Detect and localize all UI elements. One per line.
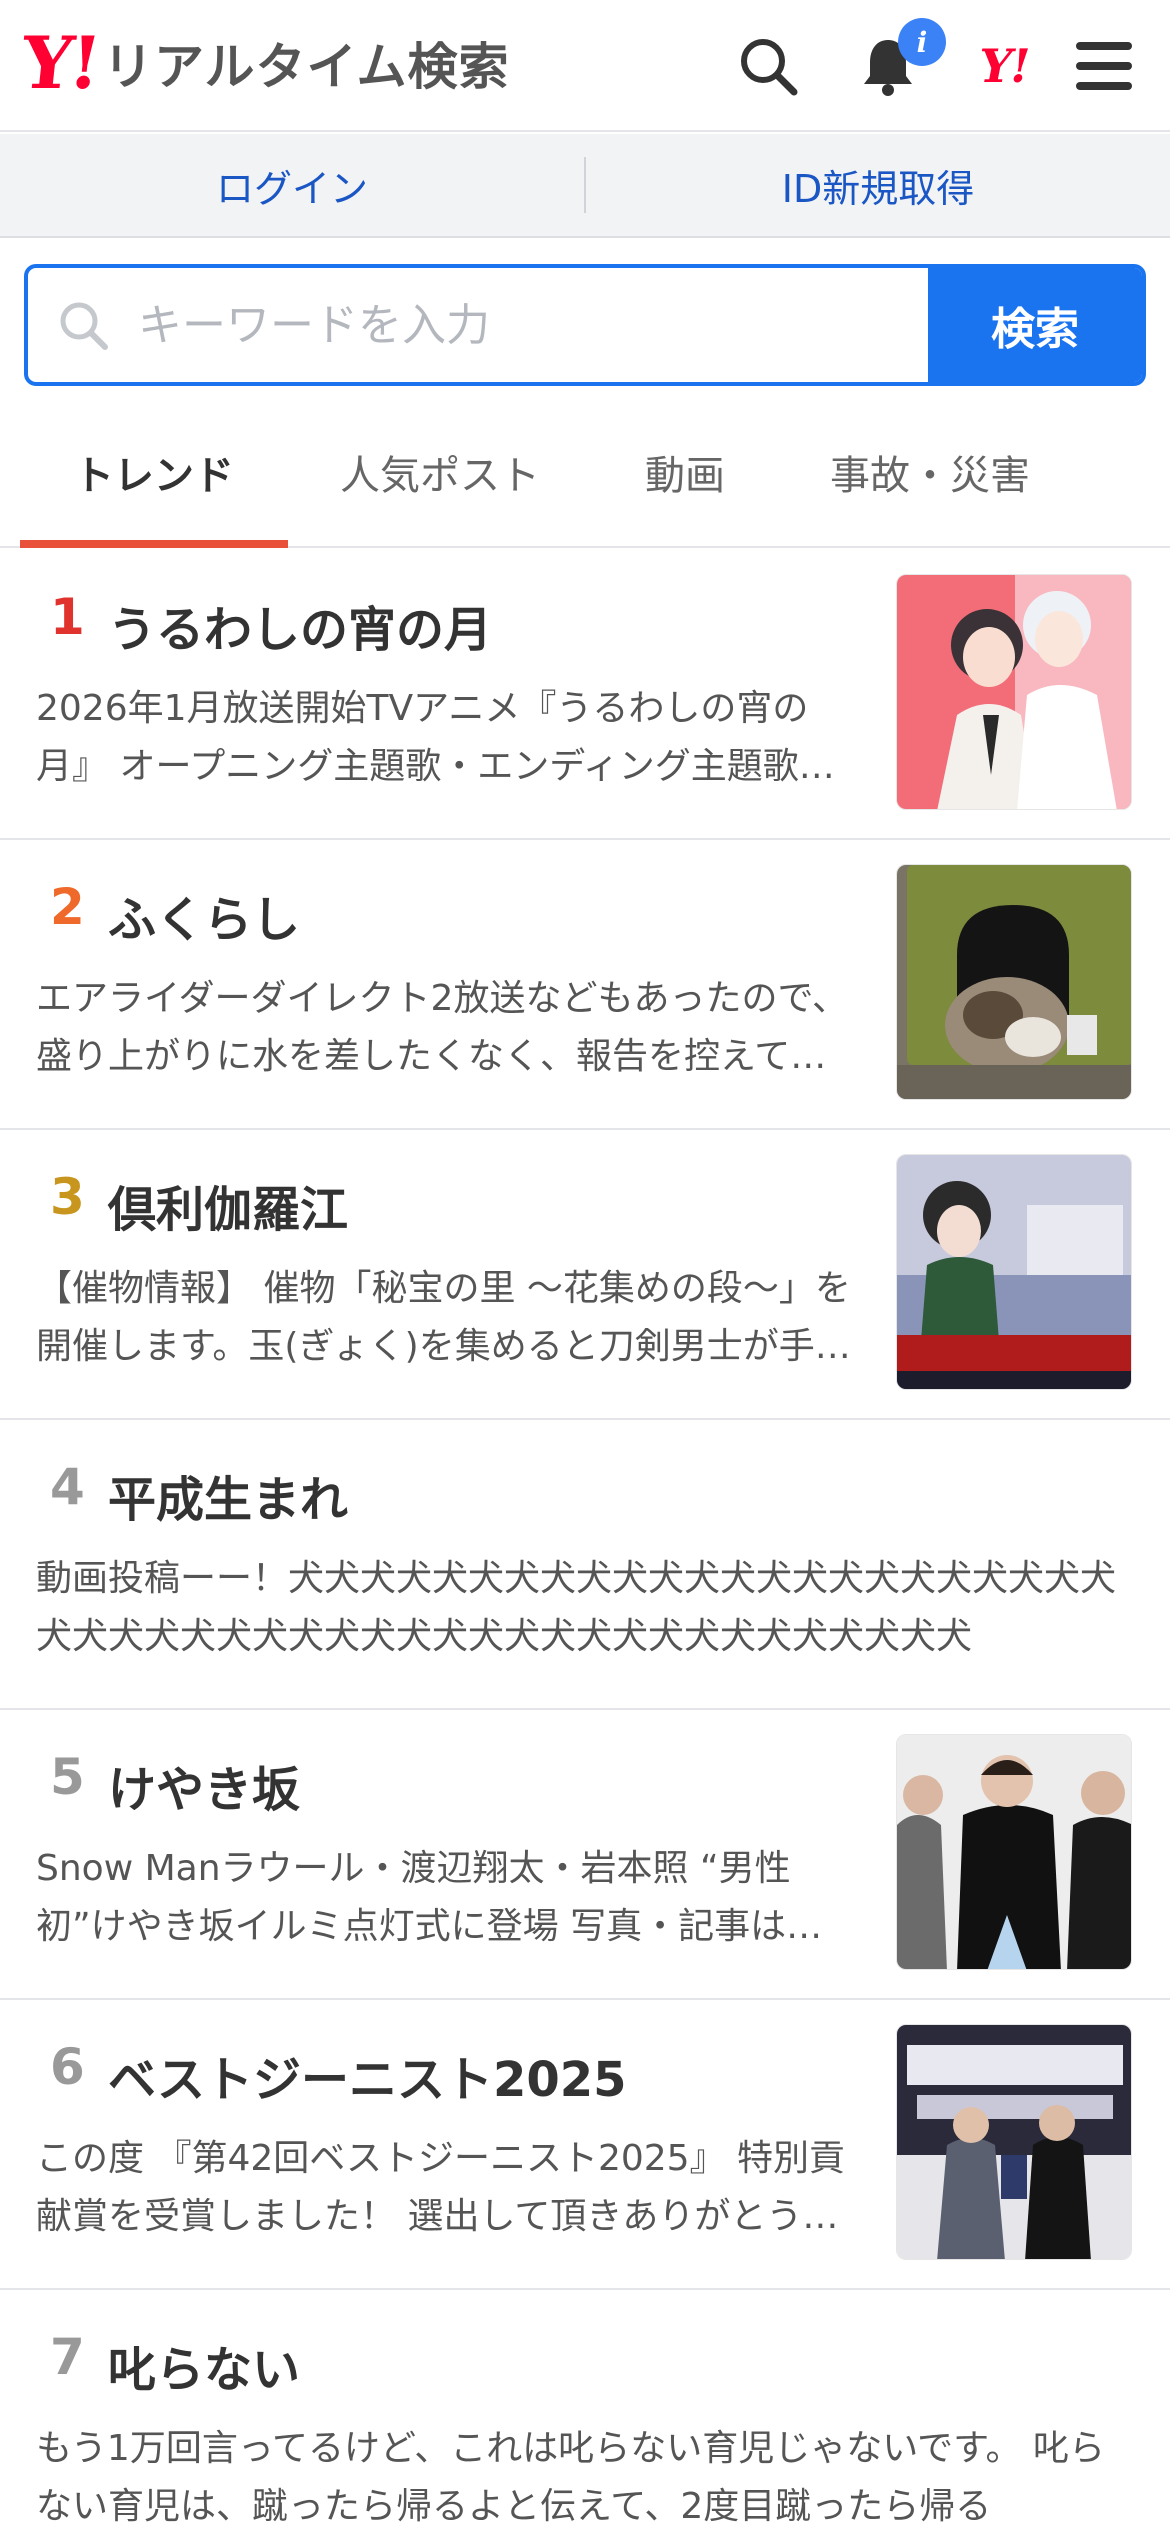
trend-title: けやき坂 [108, 1762, 301, 1818]
trend-rank: 2 [50, 878, 85, 936]
trend-description: 動画投稿ーー！犬犬犬犬犬犬犬犬犬犬犬犬犬犬犬犬犬犬犬犬犬犬犬犬犬犬犬犬犬犬犬犬犬… [36, 1558, 1117, 1657]
trend-title: 平成生まれ [108, 1472, 349, 1528]
trend-description: 【催物情報】 催物「秘宝の里 〜花集めの段〜」を開催します。玉(ぎょく)を集める… [36, 1268, 851, 1367]
notification-badge: i [898, 18, 946, 66]
trend-item[interactable]: 2 ふくらし エアライダーダイレクト2放送などもあったので、盛り上がりに水を差し… [0, 840, 1170, 1130]
trend-item[interactable]: 6 ベストジーニスト2025 この度 『第42回ベストジーニスト2025』 特別… [0, 2000, 1170, 2290]
trend-rank: 6 [50, 2038, 85, 2096]
yahoo-realtime-logo[interactable]: Y! リアルタイム検索 [18, 20, 510, 105]
trend-list: 1 うるわしの宵の月 2026年1月放送開始TVアニメ『うるわしの宵の月』 オー… [0, 550, 1170, 2532]
trend-description: 2026年1月放送開始TVアニメ『うるわしの宵の月』 オープニング主題歌・エンデ… [36, 688, 835, 787]
trend-title: うるわしの宵の月 [108, 602, 493, 658]
trend-description: エアライダーダイレクト2放送などもあったので、盛り上がりに水を差したくなく、報告… [36, 978, 849, 1077]
trend-rank: 7 [50, 2328, 85, 2386]
tab-trend[interactable]: トレンド [20, 398, 288, 548]
trend-thumbnail [896, 2024, 1132, 2260]
yahoo-logo-mark: Y! [17, 20, 102, 105]
trend-title: 倶利伽羅江 [108, 1182, 349, 1238]
search-button[interactable]: 検索 [928, 268, 1142, 382]
trend-description: Snow Manラウール・渡辺翔太・岩本照 “男性初”けやき坂イルミ点灯式に登場… [36, 1848, 823, 1947]
trend-item[interactable]: 1 うるわしの宵の月 2026年1月放送開始TVアニメ『うるわしの宵の月』 オー… [0, 550, 1170, 840]
trend-thumbnail [896, 574, 1132, 810]
trend-item[interactable]: 5 けやき坂 Snow Manラウール・渡辺翔太・岩本照 “男性初”けやき坂イル… [0, 1710, 1170, 2000]
search-form: 検索 [24, 264, 1146, 386]
trend-title: ふくらし [108, 892, 301, 948]
search-field-icon [28, 268, 138, 382]
trend-item[interactable]: 7 叱らない もう1万回言ってるけど、これは叱らない育児じゃないです。 叱らない… [0, 2290, 1170, 2532]
app-header: Y! リアルタイム検索 i Y! [0, 0, 1170, 132]
tab-accident-disaster[interactable]: 事故・災害 [800, 398, 1060, 546]
trend-description: この度 『第42回ベストジーニスト2025』 特別貢献賞を受賞しました！ 選出し… [36, 2138, 846, 2237]
trend-title: ベストジーニスト2025 [108, 2052, 627, 2108]
category-tabs: トレンド 人気ポスト 動画 事故・災害 [0, 398, 1170, 548]
search-icon[interactable] [732, 30, 804, 102]
trend-thumbnail [896, 1734, 1132, 1970]
tab-video[interactable]: 動画 [600, 398, 770, 546]
trend-item[interactable]: 3 倶利伽羅江 【催物情報】 催物「秘宝の里 〜花集めの段〜」を開催します。玉(… [0, 1130, 1170, 1420]
tab-popular-posts[interactable]: 人気ポスト [310, 398, 570, 546]
trend-title: 叱らない [108, 2342, 301, 2398]
logo-title: リアルタイム検索 [103, 38, 510, 96]
trend-rank: 5 [50, 1748, 85, 1806]
account-bar: ログイン ID新規取得 [0, 134, 1170, 238]
login-link[interactable]: ログイン [0, 158, 584, 213]
yahoo-top-link[interactable]: Y! [968, 30, 1040, 102]
trend-item[interactable]: 4 平成生まれ 動画投稿ーー！犬犬犬犬犬犬犬犬犬犬犬犬犬犬犬犬犬犬犬犬犬犬犬犬犬… [0, 1420, 1170, 1710]
trend-rank: 1 [50, 588, 85, 646]
trend-description: もう1万回言ってるけど、これは叱らない育児じゃないです。 叱らない育児は、蹴った… [36, 2428, 1105, 2527]
yahoo-mini-logo: Y! [979, 39, 1030, 93]
trend-thumbnail [896, 864, 1132, 1100]
trend-thumbnail [896, 1154, 1132, 1390]
search-input[interactable] [138, 268, 928, 382]
menu-icon[interactable] [1068, 30, 1140, 102]
trend-rank: 4 [50, 1458, 85, 1516]
trend-rank: 3 [50, 1168, 85, 1226]
signup-link[interactable]: ID新規取得 [586, 158, 1170, 213]
